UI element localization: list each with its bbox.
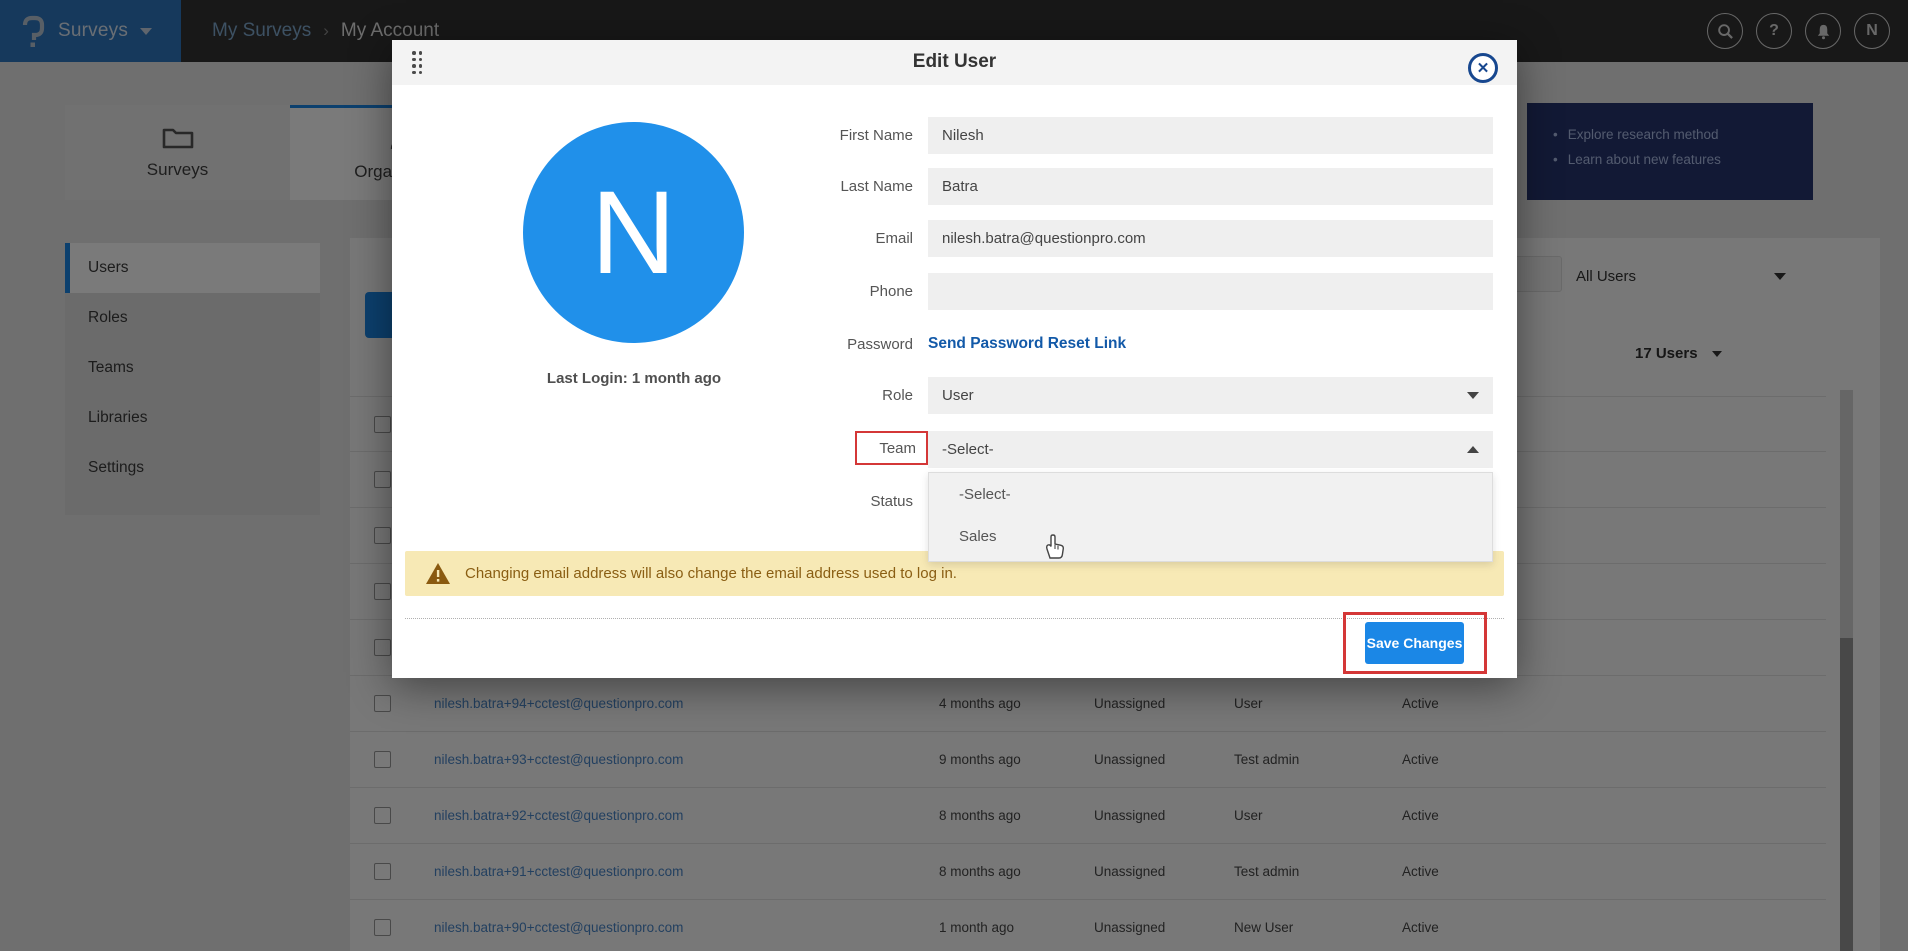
phone-field[interactable]	[928, 273, 1493, 310]
team-label: Team	[879, 440, 916, 457]
role-select[interactable]: User	[928, 377, 1493, 414]
role-label: Role	[793, 387, 913, 404]
close-icon[interactable]: ✕	[1468, 53, 1498, 83]
modal-header: Edit User	[392, 40, 1517, 85]
status-label: Status	[793, 493, 913, 510]
team-select[interactable]: -Select-	[928, 431, 1493, 468]
email-field[interactable]	[928, 220, 1493, 257]
modal-title: Edit User	[392, 51, 1517, 73]
team-dropdown-panel: -Select- Sales	[928, 472, 1493, 562]
chevron-down-icon	[1467, 392, 1479, 399]
cursor-hand-icon	[1042, 532, 1066, 565]
chevron-up-icon	[1467, 446, 1479, 453]
edit-user-modal: Edit User ✕ N Last Login: 1 month ago Fi…	[392, 40, 1517, 678]
role-value: User	[942, 387, 974, 404]
footer-separator	[405, 618, 1504, 619]
user-avatar-large: N	[523, 122, 744, 343]
save-button-highlight	[1343, 612, 1487, 674]
warning-text: Changing email address will also change …	[465, 565, 957, 582]
last-name-label: Last Name	[793, 178, 913, 195]
last-login-text: Last Login: 1 month ago	[484, 370, 784, 387]
warning-triangle-icon	[425, 562, 451, 585]
team-option-select[interactable]: -Select-	[929, 473, 1492, 515]
password-reset-link[interactable]: Send Password Reset Link	[928, 335, 1126, 353]
team-value: -Select-	[942, 441, 994, 458]
first-name-label: First Name	[793, 127, 913, 144]
email-label: Email	[793, 230, 913, 247]
password-label: Password	[793, 336, 913, 353]
team-option-sales[interactable]: Sales	[929, 515, 1492, 557]
team-label-highlight: Team	[855, 431, 928, 465]
phone-label: Phone	[793, 283, 913, 300]
first-name-field[interactable]	[928, 117, 1493, 154]
last-name-field[interactable]	[928, 168, 1493, 205]
